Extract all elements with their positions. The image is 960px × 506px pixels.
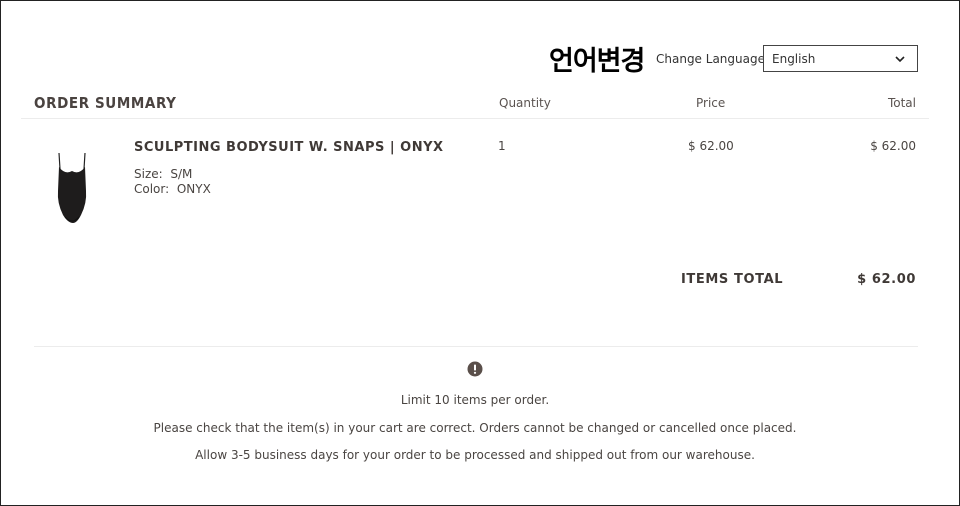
language-select-value: English [772, 52, 816, 66]
color-value: ONYX [176, 182, 211, 196]
items-total-value: $ 62.00 [857, 272, 916, 287]
check-cart-note: Please check that the item(s) in your ca… [153, 421, 797, 435]
page-frame: 언어변경 Change Language English ORDER SUMMA… [0, 0, 960, 506]
item-quantity: 1 [498, 139, 506, 153]
product-name[interactable]: SCULPTING BODYSUIT W. SNAPS | ONYX [134, 140, 444, 155]
order-summary-title: ORDER SUMMARY [34, 94, 177, 112]
korean-change-language-label: 언어변경 [549, 46, 645, 77]
change-language-label: Change Language [656, 52, 765, 66]
alert-icon [467, 361, 483, 377]
limit-note: Limit 10 items per order. [400, 393, 550, 407]
item-total: $ 62.00 [870, 139, 916, 153]
bodysuit-image [57, 152, 87, 223]
header-divider [21, 118, 929, 119]
items-total-label: ITEMS TOTAL [681, 272, 784, 287]
notes-divider [34, 346, 918, 347]
size-label: Size: [134, 167, 163, 181]
language-select[interactable]: English [763, 45, 918, 72]
item-price: $ 62.00 [688, 139, 734, 153]
quantity-column-header: Quantity [499, 96, 551, 110]
product-color: Color: ONYX [134, 182, 211, 196]
size-value: S/M [170, 167, 193, 181]
product-size: Size: S/M [134, 167, 192, 181]
price-column-header: Price [696, 96, 726, 110]
processing-note: Allow 3-5 business days for your order t… [195, 448, 755, 462]
total-column-header: Total [887, 96, 916, 110]
color-label: Color: [134, 182, 170, 196]
chevron-down-icon [895, 56, 905, 63]
